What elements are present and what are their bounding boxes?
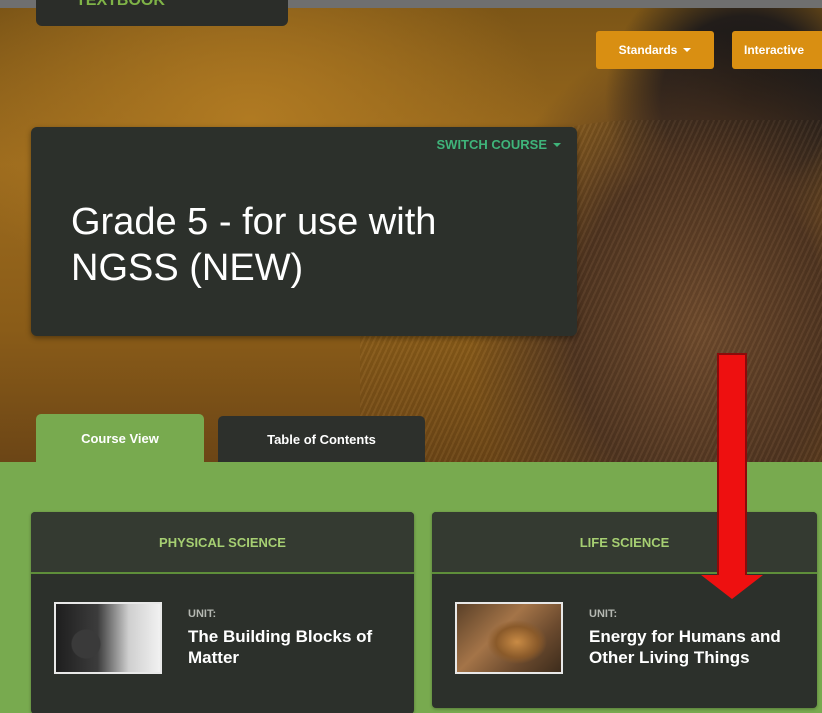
standards-button[interactable]: Standards [596, 31, 714, 69]
unit-label: UNIT: [188, 608, 217, 620]
panel-physical-science: PHYSICAL SCIENCE UNIT: The Building Bloc… [31, 512, 414, 713]
unit-label: UNIT: [589, 608, 618, 620]
logo-tab[interactable]: TEXTBOOK [36, 0, 288, 26]
logo-text: TEXTBOOK [76, 0, 165, 9]
arrow-down-icon [701, 575, 763, 599]
unit-thumbnail[interactable] [54, 602, 162, 674]
tab-table-of-contents[interactable]: Table of Contents [218, 416, 425, 462]
annotation-arrow-shaft [719, 355, 745, 577]
interactive-button[interactable]: Interactive [732, 31, 822, 69]
panel-heading: PHYSICAL SCIENCE [31, 512, 414, 574]
tab-label: Course View [81, 430, 159, 446]
caret-down-icon [683, 48, 692, 52]
tab-label: Table of Contents [267, 431, 376, 447]
unit-title-link[interactable]: The Building Blocks of Matter [188, 626, 403, 668]
unit-title-link[interactable]: Energy for Humans and Other Living Thing… [589, 626, 804, 668]
switch-course-dropdown[interactable]: SWITCH COURSE [436, 137, 561, 152]
unit-card[interactable]: UNIT: The Building Blocks of Matter [31, 574, 414, 713]
course-card: SWITCH COURSE Grade 5 - for use with NGS… [31, 127, 577, 336]
tab-course-view[interactable]: Course View [36, 414, 204, 462]
unit-thumbnail[interactable] [455, 602, 563, 674]
app-frame: TEXTBOOK Standards Interactive SWITCH CO… [0, 0, 822, 713]
switch-course-label: SWITCH COURSE [436, 137, 548, 152]
panel-heading: LIFE SCIENCE [432, 512, 817, 574]
course-title: Grade 5 - for use with NGSS (NEW) [71, 201, 437, 289]
standards-label: Standards [618, 43, 678, 57]
caret-down-icon [553, 142, 561, 147]
panel-life-science: LIFE SCIENCE UNIT: Energy for Humans and… [432, 512, 817, 708]
interactive-label: Interactive [744, 43, 805, 57]
